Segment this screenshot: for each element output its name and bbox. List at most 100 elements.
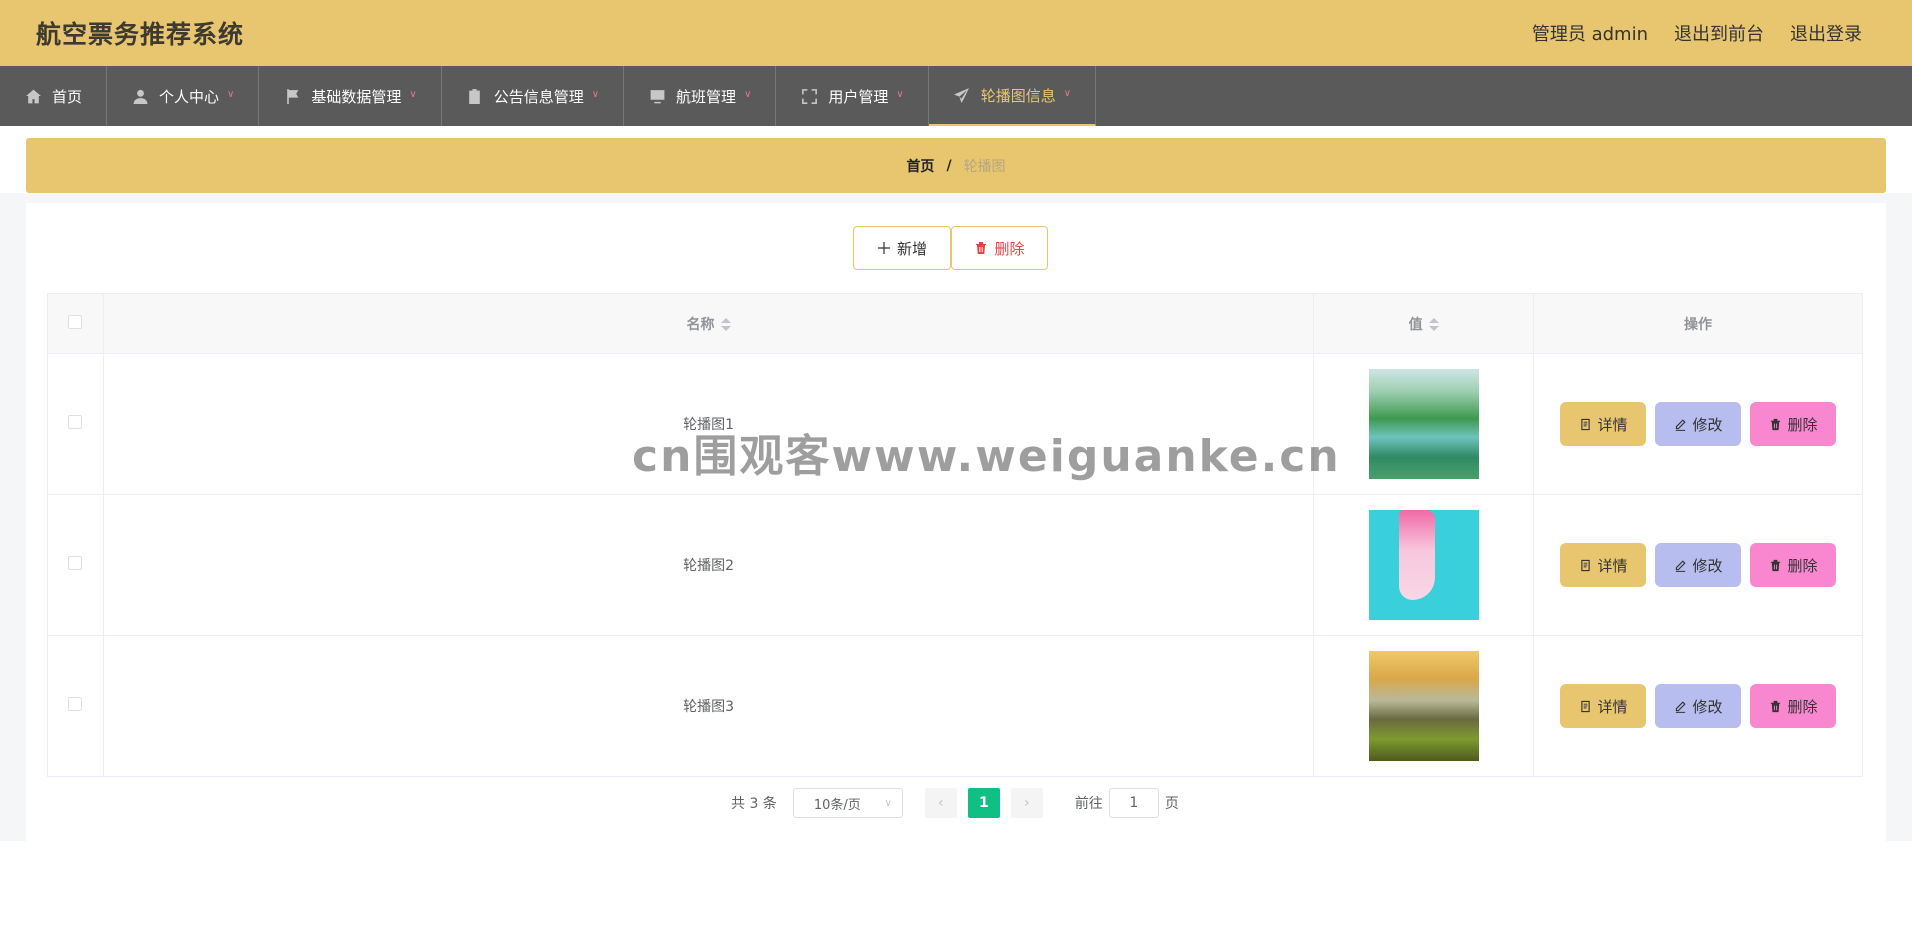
chevron-down-icon: ∨ <box>409 88 417 100</box>
logout-link[interactable]: 退出登录 <box>1790 20 1862 46</box>
page-size-select[interactable]: 10条/页 ∨ <box>792 788 903 818</box>
pagination: 共 3 条 10条/页 ∨ ‹ 1 › 前往 1 页 <box>731 788 1179 818</box>
row-checkbox[interactable] <box>68 697 83 711</box>
goto-suffix: 页 <box>1164 796 1179 812</box>
breadcrumb: 首页 / 轮播图 <box>26 138 1886 193</box>
value-cell <box>1313 494 1535 636</box>
breadcrumb-home[interactable]: 首页 <box>906 156 934 176</box>
chevron-down-icon: ∨ <box>744 88 752 100</box>
column-header-name[interactable]: 名称 <box>102 293 1315 354</box>
admin-label[interactable]: 管理员 admin <box>1532 20 1648 46</box>
clipboard-icon <box>466 87 484 105</box>
nav-item-announcements[interactable]: 公告信息管理 ∨ <box>442 66 625 126</box>
actions-cell: 详情 修改 删除 <box>1533 635 1863 777</box>
row-select-cell <box>47 635 104 777</box>
row-checkbox[interactable] <box>68 415 83 429</box>
next-page-button[interactable]: › <box>1010 788 1043 818</box>
carousel-thumbnail[interactable] <box>1368 369 1479 479</box>
name-cell: 轮播图1 <box>102 353 1315 495</box>
breadcrumb-separator: / <box>946 157 952 174</box>
edit-label: 修改 <box>1692 697 1723 716</box>
batch-delete-button[interactable]: 删除 <box>951 226 1048 270</box>
page: 航空票务推荐系统 管理员 admin 退出到前台 退出登录 首页 个人中心 ∨ … <box>0 0 1912 932</box>
flag-icon <box>283 87 301 105</box>
user-icon <box>131 87 149 105</box>
row-select-cell <box>47 353 104 495</box>
detail-button[interactable]: 详情 <box>1560 543 1647 587</box>
plus-icon <box>877 242 890 254</box>
chevron-down-icon: ∨ <box>896 88 904 100</box>
column-header-actions: 操作 <box>1533 293 1863 354</box>
column-header-value[interactable]: 值 <box>1313 293 1535 354</box>
row-checkbox[interactable] <box>68 556 83 570</box>
trash-icon <box>1770 559 1780 571</box>
toolbar: 新增 删除 <box>853 226 1048 270</box>
detail-label: 详情 <box>1597 556 1628 575</box>
detail-label: 详情 <box>1597 415 1628 434</box>
detail-button[interactable]: 详情 <box>1560 684 1647 728</box>
nav-item-home[interactable]: 首页 <box>0 66 108 126</box>
value-cell <box>1313 635 1535 777</box>
trash-icon <box>1770 700 1780 712</box>
nav-item-personal-center[interactable]: 个人中心 ∨ <box>107 66 260 126</box>
total-count: 共 3 条 <box>731 796 777 812</box>
add-button[interactable]: 新增 <box>853 226 951 270</box>
nav-item-basic-data[interactable]: 基础数据管理 ∨ <box>259 66 442 126</box>
trash-icon <box>1770 418 1780 430</box>
chevron-left-icon: ‹ <box>938 795 944 811</box>
actions-cell: 详情 修改 删除 <box>1533 494 1863 636</box>
delete-label: 删除 <box>1787 415 1818 434</box>
carousel-thumbnail[interactable] <box>1368 651 1479 761</box>
goto-page: 前往 1 页 <box>1075 788 1179 818</box>
nav-item-flights[interactable]: 航班管理 ∨ <box>624 66 777 126</box>
prev-page-button[interactable]: ‹ <box>924 788 957 818</box>
delete-button[interactable]: 删除 <box>1750 543 1837 587</box>
edit-button[interactable]: 修改 <box>1655 684 1742 728</box>
page-number-current[interactable]: 1 <box>967 788 1000 818</box>
chevron-down-icon: ∨ <box>884 797 892 809</box>
chevron-down-icon: ∨ <box>227 88 235 100</box>
breadcrumb-current: 轮播图 <box>963 158 1006 175</box>
nav-item-label: 个人中心 <box>159 87 220 106</box>
chevron-right-icon: › <box>1024 795 1030 811</box>
select-all-checkbox[interactable] <box>68 314 83 329</box>
send-icon <box>953 86 971 104</box>
trash-icon <box>976 242 987 254</box>
top-header: 航空票务推荐系统 管理员 admin 退出到前台 退出登录 <box>0 0 1912 66</box>
goto-page-input[interactable]: 1 <box>1108 788 1159 818</box>
edit-button[interactable]: 修改 <box>1655 543 1742 587</box>
nav-item-label: 用户管理 <box>828 87 889 106</box>
sort-icon[interactable] <box>720 317 731 333</box>
monitor-icon <box>648 87 666 105</box>
nav-item-label: 公告信息管理 <box>493 87 584 106</box>
value-cell <box>1313 353 1535 495</box>
nav-item-carousel[interactable]: 轮播图信息 ∨ <box>928 66 1097 126</box>
carousel-table: 名称 值 操作 轮播图1 详情 修改 删除 轮播图2 详情 修改 删除 轮播图3… <box>47 293 1863 777</box>
content-panel: 新增 删除 名称 值 操作 轮播图1 详情 修改 删除 轮播图2 详情 修改 删… <box>26 203 1886 841</box>
column-header-label: 操作 <box>1684 316 1713 333</box>
edit-icon <box>1675 700 1686 713</box>
exit-front-link[interactable]: 退出到前台 <box>1674 20 1764 46</box>
table-row: 轮播图1 详情 修改 删除 <box>47 353 1863 495</box>
delete-button[interactable]: 删除 <box>1750 684 1837 728</box>
name-cell: 轮播图2 <box>102 494 1315 636</box>
select-all-cell <box>47 293 104 354</box>
carousel-thumbnail[interactable] <box>1368 510 1479 620</box>
delete-label: 删除 <box>1787 697 1818 716</box>
sort-icon[interactable] <box>1428 317 1439 333</box>
nav-item-label: 航班管理 <box>676 87 737 106</box>
edit-button[interactable]: 修改 <box>1655 402 1742 446</box>
page-size-value: 10条/页 <box>813 797 861 813</box>
document-icon <box>1580 559 1590 571</box>
delete-button[interactable]: 删除 <box>1750 402 1837 446</box>
edit-icon <box>1675 559 1686 572</box>
detail-label: 详情 <box>1597 697 1628 716</box>
app-title: 航空票务推荐系统 <box>36 20 245 49</box>
header-actions: 管理员 admin 退出到前台 退出登录 <box>1532 20 1862 46</box>
add-button-label: 新增 <box>896 239 927 258</box>
nav-item-label: 轮播图信息 <box>980 86 1056 105</box>
nav-item-users[interactable]: 用户管理 ∨ <box>776 66 929 126</box>
document-icon <box>1580 700 1590 712</box>
detail-button[interactable]: 详情 <box>1560 402 1647 446</box>
fullscreen-icon <box>800 87 818 105</box>
